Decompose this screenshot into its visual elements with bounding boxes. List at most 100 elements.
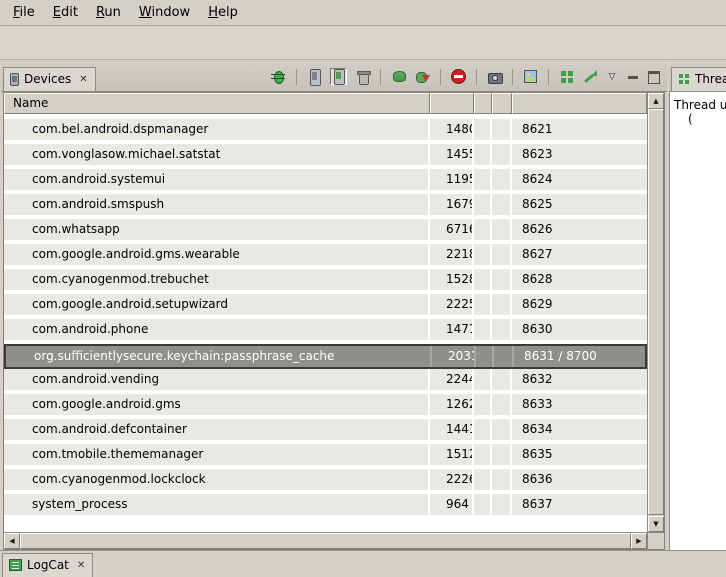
thread-col xyxy=(492,244,512,265)
device-icon[interactable] xyxy=(306,68,323,85)
thread-col xyxy=(492,144,512,165)
process-pid: 12623 xyxy=(430,394,474,415)
thread-update-icon[interactable] xyxy=(558,68,575,85)
process-table: Name com.bel.android.dspmanager14808621 c… xyxy=(3,92,665,550)
scroll-left-icon[interactable]: ◀ xyxy=(4,533,20,549)
threads-tabbar: Threads xyxy=(669,61,726,92)
close-icon[interactable]: ✕ xyxy=(79,74,87,85)
heap-col xyxy=(474,419,492,440)
process-port: 8623 xyxy=(512,144,647,165)
menu-run[interactable]: Run xyxy=(87,1,130,24)
stop-process-icon[interactable] xyxy=(450,68,467,85)
process-port: 8627 xyxy=(512,244,647,265)
vertical-scrollbar[interactable]: ▲ ▼ xyxy=(647,93,664,532)
process-port: 8628 xyxy=(512,269,647,290)
process-table-header: Name xyxy=(4,93,647,114)
horizontal-scroll-thumb[interactable] xyxy=(20,533,631,549)
heap-col xyxy=(474,269,492,290)
process-port: 8624 xyxy=(512,169,647,190)
process-name: com.android.systemui xyxy=(4,169,430,190)
toolbar-separator xyxy=(296,69,297,85)
process-name: com.whatsapp xyxy=(4,219,430,240)
menu-file[interactable]: File xyxy=(4,1,44,24)
process-row[interactable]: com.google.android.gms126238633 xyxy=(4,394,647,415)
menu-edit[interactable]: Edit xyxy=(44,1,87,24)
debug-icon[interactable] xyxy=(270,68,287,85)
close-icon[interactable]: ✕ xyxy=(77,560,85,571)
devices-tabbar: Devices ✕ xyxy=(1,61,667,92)
process-port: 8637 xyxy=(512,494,647,515)
column-header-pid[interactable] xyxy=(430,93,474,114)
process-row[interactable]: com.android.defcontainer144118634 xyxy=(4,419,647,440)
process-row[interactable]: com.google.android.setupwizard222508629 xyxy=(4,294,647,315)
process-row[interactable]: com.android.systemui11958624 xyxy=(4,169,647,190)
vertical-scroll-thumb[interactable] xyxy=(648,109,664,515)
trash-icon[interactable] xyxy=(354,68,371,85)
process-row[interactable]: system_process9648637 xyxy=(4,494,647,515)
tab-devices-label: Devices xyxy=(24,72,71,86)
minimize-icon[interactable] xyxy=(624,69,642,85)
toolbar-separator xyxy=(512,69,513,85)
process-pid: 1512 xyxy=(430,444,474,465)
scrollbar-corner xyxy=(647,532,664,549)
view-menu-icon[interactable] xyxy=(603,69,621,85)
process-row[interactable]: com.whatsapp67168626 xyxy=(4,219,647,240)
hprof-dump-icon[interactable] xyxy=(414,68,431,85)
toolbar-separator xyxy=(548,69,549,85)
process-row[interactable]: com.google.android.gms.wearable221858627 xyxy=(4,244,647,265)
process-row[interactable]: com.cyanogenmod.trebuchet1528 8628 xyxy=(4,269,647,290)
process-row[interactable]: com.bel.android.dspmanager14808621 xyxy=(4,119,647,140)
heap-update-icon[interactable] xyxy=(390,68,407,85)
scroll-down-icon[interactable]: ▼ xyxy=(648,516,664,532)
method-profiling-icon[interactable] xyxy=(582,68,599,85)
column-header-thread[interactable] xyxy=(492,93,512,114)
tab-threads[interactable]: Threads xyxy=(671,67,726,91)
process-pid: 14411 xyxy=(430,419,474,440)
process-name: com.google.android.gms.wearable xyxy=(4,244,430,265)
process-pid: 1528 xyxy=(430,269,474,290)
process-pid: 14553 xyxy=(430,144,474,165)
heap-col xyxy=(474,494,492,515)
process-name: com.cyanogenmod.trebuchet xyxy=(4,269,430,290)
process-pid: 22250 xyxy=(430,294,474,315)
column-header-name[interactable]: Name xyxy=(4,93,430,114)
process-port: 8625 xyxy=(512,194,647,215)
horizontal-scrollbar[interactable]: ◀ ▶ xyxy=(4,532,647,549)
devices-window-controls xyxy=(603,69,667,91)
menu-help[interactable]: Help xyxy=(199,1,247,24)
thread-col xyxy=(492,494,512,515)
device-attach-icon[interactable] xyxy=(330,68,347,85)
scroll-up-icon[interactable]: ▲ xyxy=(648,93,664,109)
menu-window[interactable]: Window xyxy=(130,1,199,24)
devices-toolbar xyxy=(270,68,603,91)
column-header-port[interactable] xyxy=(512,93,647,114)
toolbar-separator xyxy=(380,69,381,85)
tab-logcat[interactable]: LogCat ✕ xyxy=(2,553,93,577)
process-pid: 1471 xyxy=(430,319,474,340)
scroll-right-icon[interactable]: ▶ xyxy=(631,533,647,549)
top-toolbar xyxy=(0,27,726,60)
ddms-window: { "icons": { "close": "✕", "up": "▲", "d… xyxy=(0,0,726,577)
process-row[interactable]: com.android.smspush16798625 xyxy=(4,194,647,215)
process-port: 8631 / 8700 xyxy=(514,346,645,367)
maximize-icon[interactable] xyxy=(645,69,663,85)
process-row[interactable]: com.android.phone14718630 xyxy=(4,319,647,340)
process-row[interactable]: com.android.vending224408632 xyxy=(4,369,647,390)
heap-col xyxy=(474,219,492,240)
screenshot-icon[interactable] xyxy=(486,68,503,85)
process-row[interactable]: com.tmobile.thememanager15128635 xyxy=(4,444,647,465)
process-port: 8632 xyxy=(512,369,647,390)
thread-col xyxy=(492,269,512,290)
process-name: com.cyanogenmod.lockclock xyxy=(4,469,430,490)
process-row[interactable]: org.sufficientlysecure.keychain:passphra… xyxy=(4,344,647,369)
process-row[interactable]: com.vonglasow.michael.satstat145538623 xyxy=(4,144,647,165)
process-pid: 22265 xyxy=(430,469,474,490)
process-pid: 1679 xyxy=(430,194,474,215)
process-row[interactable]: com.cyanogenmod.lockclock222658636 xyxy=(4,469,647,490)
thread-col xyxy=(492,219,512,240)
column-header-heap[interactable] xyxy=(474,93,492,114)
gallery-icon[interactable] xyxy=(522,68,539,85)
heap-col xyxy=(474,194,492,215)
tab-devices[interactable]: Devices ✕ xyxy=(3,67,96,91)
heap-col xyxy=(474,244,492,265)
